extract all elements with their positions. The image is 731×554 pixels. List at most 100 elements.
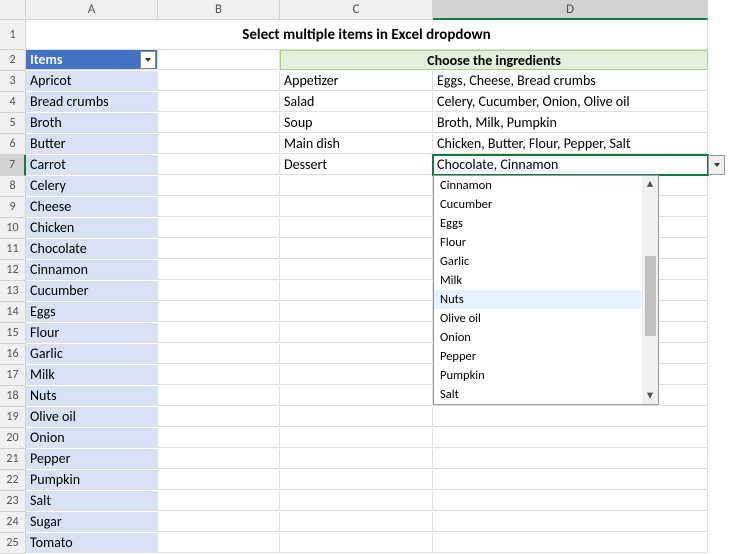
cell[interactable] — [280, 302, 433, 322]
row-header-22[interactable]: 22 — [0, 470, 26, 491]
row-header-17[interactable]: 17 — [0, 365, 26, 386]
cell[interactable] — [280, 386, 433, 406]
ingredients-cell[interactable]: Chicken, Butter, Flour, Pepper, Salt — [433, 134, 708, 154]
scroll-thumb[interactable] — [645, 256, 656, 336]
col-header-B[interactable]: B — [158, 0, 280, 20]
items-cell[interactable]: Butter — [26, 134, 158, 154]
cell[interactable] — [433, 470, 708, 490]
cell[interactable] — [280, 365, 433, 385]
course-name[interactable]: Appetizer — [280, 71, 433, 91]
row-header-13[interactable]: 13 — [0, 281, 26, 302]
dropdown-option[interactable]: Salt — [434, 385, 658, 404]
cell[interactable] — [158, 71, 280, 91]
items-cell[interactable]: Nuts — [26, 386, 158, 406]
dropdown-scrollbar[interactable]: ▴▾ — [642, 176, 658, 404]
course-name[interactable]: Dessert — [280, 155, 433, 175]
cell[interactable] — [280, 197, 433, 217]
items-cell[interactable]: Apricot — [26, 71, 158, 91]
items-cell[interactable]: Flour — [26, 323, 158, 343]
cell[interactable] — [280, 491, 433, 511]
row-header-23[interactable]: 23 — [0, 491, 26, 512]
cell[interactable] — [280, 260, 433, 280]
cell[interactable] — [433, 533, 708, 553]
row-header-3[interactable]: 3 — [0, 71, 26, 92]
items-cell[interactable]: Onion — [26, 428, 158, 448]
cell[interactable] — [158, 533, 280, 553]
dropdown-option[interactable]: Milk — [434, 271, 658, 290]
cell[interactable] — [158, 449, 280, 469]
cell[interactable] — [158, 491, 280, 511]
dropdown-button[interactable] — [708, 155, 725, 175]
items-header[interactable]: Items — [26, 50, 158, 70]
row-header-6[interactable]: 6 — [0, 134, 26, 155]
course-name[interactable]: Soup — [280, 113, 433, 133]
cell[interactable] — [280, 344, 433, 364]
ingredients-cell[interactable]: Celery, Cucumber, Onion, Olive oil — [433, 92, 708, 112]
items-cell[interactable]: Sugar — [26, 512, 158, 532]
items-cell[interactable]: Garlic — [26, 344, 158, 364]
items-cell[interactable]: Milk — [26, 365, 158, 385]
row-header-4[interactable]: 4 — [0, 92, 26, 113]
row-header-2[interactable]: 2 — [0, 50, 26, 71]
items-cell[interactable]: Olive oil — [26, 407, 158, 427]
cell[interactable] — [158, 113, 280, 133]
ingredients-cell[interactable]: Chocolate, CinnamonCinnamonCucumberEggsF… — [433, 155, 708, 175]
row-header-9[interactable]: 9 — [0, 197, 26, 218]
scroll-down-icon[interactable]: ▾ — [642, 388, 658, 404]
cell[interactable] — [158, 281, 280, 301]
items-cell[interactable]: Cinnamon — [26, 260, 158, 280]
row-header-24[interactable]: 24 — [0, 512, 26, 533]
row-header-10[interactable]: 10 — [0, 218, 26, 239]
items-cell[interactable]: Cucumber — [26, 281, 158, 301]
cell[interactable] — [158, 407, 280, 427]
cell[interactable] — [280, 428, 433, 448]
cell[interactable] — [158, 260, 280, 280]
course-name[interactable]: Main dish — [280, 134, 433, 154]
dropdown-option[interactable]: Nuts — [434, 290, 658, 309]
row-header-15[interactable]: 15 — [0, 323, 26, 344]
cell[interactable] — [158, 218, 280, 238]
cell[interactable] — [158, 176, 280, 196]
cell[interactable] — [280, 323, 433, 343]
dropdown-option[interactable]: Flour — [434, 233, 658, 252]
items-cell[interactable]: Cheese — [26, 197, 158, 217]
cell[interactable] — [433, 428, 708, 448]
items-cell[interactable]: Pumpkin — [26, 470, 158, 490]
items-cell[interactable]: Tomato — [26, 533, 158, 553]
row-header-7[interactable]: 7 — [0, 155, 26, 176]
cell[interactable] — [433, 491, 708, 511]
filter-icon[interactable] — [140, 51, 156, 69]
cell[interactable] — [158, 323, 280, 343]
items-cell[interactable]: Carrot — [26, 155, 158, 175]
items-cell[interactable]: Eggs — [26, 302, 158, 322]
dropdown-option[interactable]: Garlic — [434, 252, 658, 271]
cell[interactable] — [280, 239, 433, 259]
row-header-1[interactable]: 1 — [0, 20, 26, 50]
cell[interactable] — [158, 155, 280, 175]
dropdown-option[interactable]: Olive oil — [434, 309, 658, 328]
scroll-up-icon[interactable]: ▴ — [642, 176, 658, 192]
items-cell[interactable]: Chicken — [26, 218, 158, 238]
items-cell[interactable]: Salt — [26, 491, 158, 511]
dropdown-option[interactable]: Cinnamon — [434, 176, 658, 195]
cell[interactable] — [280, 470, 433, 490]
cell[interactable] — [158, 428, 280, 448]
cell[interactable] — [280, 218, 433, 238]
ingredients-cell[interactable]: Broth, Milk, Pumpkin — [433, 113, 708, 133]
dropdown-option[interactable]: Pumpkin — [434, 366, 658, 385]
row-header-19[interactable]: 19 — [0, 407, 26, 428]
dropdown-option[interactable]: Cucumber — [434, 195, 658, 214]
cell[interactable] — [158, 92, 280, 112]
row-header-21[interactable]: 21 — [0, 449, 26, 470]
cell[interactable] — [280, 449, 433, 469]
cell[interactable] — [158, 512, 280, 532]
cell[interactable] — [280, 407, 433, 427]
row-header-20[interactable]: 20 — [0, 428, 26, 449]
col-header-A[interactable]: A — [26, 0, 158, 20]
cell[interactable] — [280, 512, 433, 532]
cell[interactable] — [158, 302, 280, 322]
cell[interactable] — [158, 197, 280, 217]
items-cell[interactable]: Broth — [26, 113, 158, 133]
items-cell[interactable]: Chocolate — [26, 239, 158, 259]
dropdown-option[interactable]: Eggs — [434, 214, 658, 233]
